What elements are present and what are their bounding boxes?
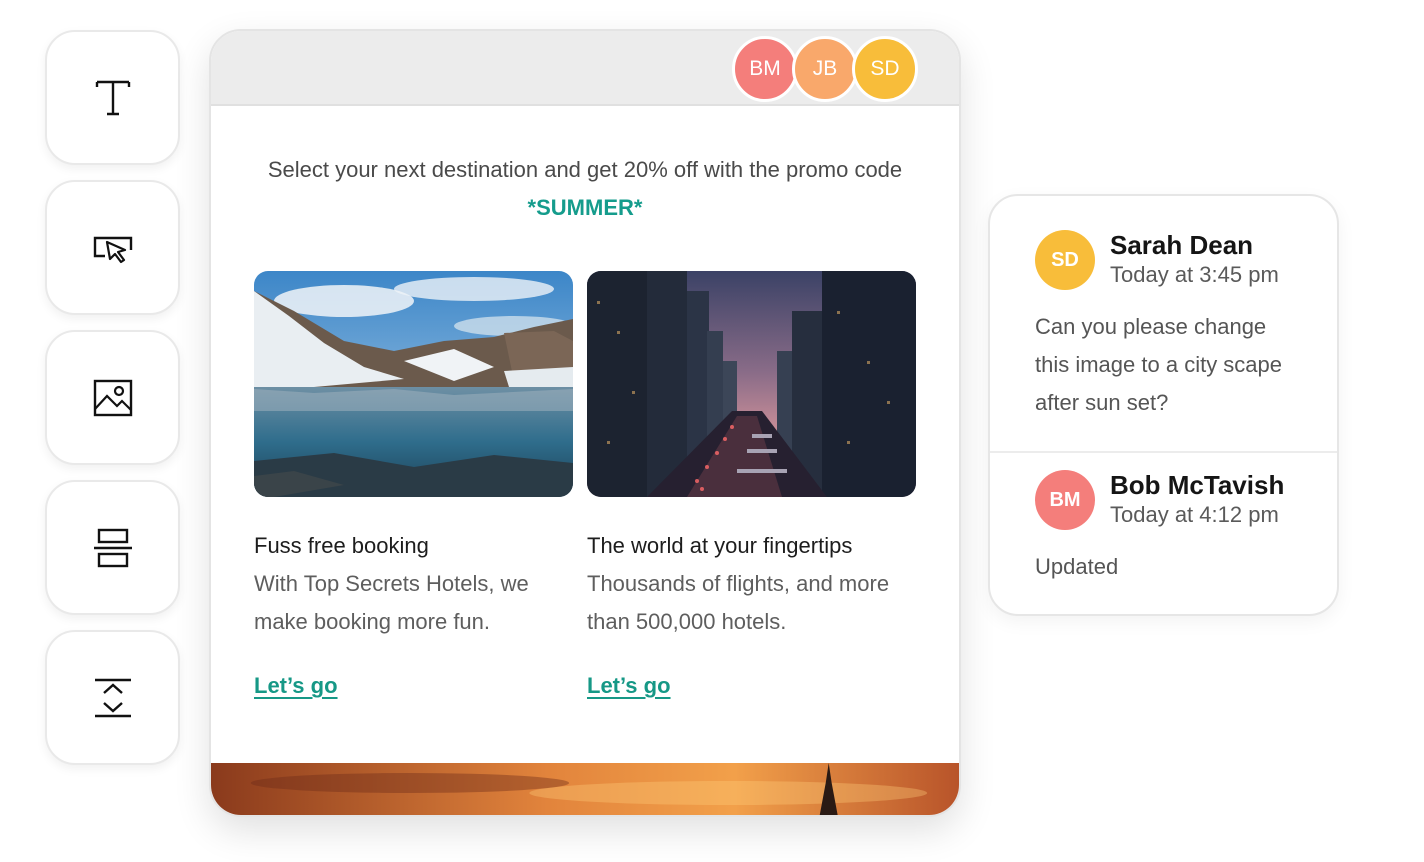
- comment-text: Updated: [1035, 554, 1119, 579]
- email-preview-canvas: BM JB SD Select your next destination an…: [209, 29, 961, 817]
- button-tool-button[interactable]: [45, 180, 180, 315]
- text-tool-button[interactable]: [45, 30, 180, 165]
- lets-go-link[interactable]: Let’s go: [254, 673, 338, 699]
- commenter-avatar: BM: [1035, 470, 1095, 530]
- card-description: Thousands of flights, and more than 500,…: [587, 571, 890, 634]
- collaborator-avatar[interactable]: SD: [852, 36, 918, 102]
- layout-tool-button[interactable]: [45, 480, 180, 615]
- comment-timestamp: Today at 4:12 pm: [1110, 502, 1279, 527]
- comment-divider: [990, 451, 1337, 453]
- image-icon: [93, 379, 132, 416]
- card-title: Fuss free booking: [254, 533, 429, 558]
- cursor-button-icon: [93, 236, 132, 263]
- collaborator-avatar[interactable]: BM: [732, 36, 798, 102]
- sunset-skyline-photo[interactable]: [211, 763, 959, 815]
- avatar-initials: BM: [749, 57, 781, 80]
- promo-text: Select your next destination and get 20%…: [241, 151, 929, 227]
- commenter-name: Bob McTavish: [1110, 470, 1285, 500]
- promo-message: Select your next destination and get 20%…: [267, 157, 903, 182]
- avatar-initials: JB: [812, 57, 838, 80]
- expand-collapse-icon: [94, 678, 131, 717]
- commenter-avatar: SD: [1035, 230, 1095, 290]
- avatar-initials: SD: [1051, 248, 1079, 271]
- lets-go-link[interactable]: Let’s go: [587, 673, 671, 699]
- comment-timestamp: Today at 3:45 pm: [1110, 262, 1279, 287]
- city-sunset-photo[interactable]: [587, 271, 916, 497]
- card-description: With Top Secrets Hotels, we make booking…: [254, 571, 529, 634]
- text-icon: [95, 80, 130, 115]
- comments-panel: SD Sarah Dean Today at 3:45 pm Can you p…: [988, 194, 1339, 616]
- card-title: The world at your fingertips: [587, 533, 853, 558]
- comment-text: Can you please change this image to a ci…: [1035, 314, 1283, 415]
- image-tool-button[interactable]: [45, 330, 180, 465]
- glacier-lake-photo[interactable]: [254, 271, 573, 497]
- spacer-tool-button[interactable]: [45, 630, 180, 765]
- collaborator-avatar[interactable]: JB: [792, 36, 858, 102]
- avatar-initials: SD: [870, 57, 900, 80]
- layout-stack-icon: [93, 528, 132, 567]
- promo-code: *SUMMER*: [527, 195, 643, 220]
- commenter-name: Sarah Dean: [1110, 230, 1254, 260]
- avatar-initials: BM: [1049, 488, 1081, 511]
